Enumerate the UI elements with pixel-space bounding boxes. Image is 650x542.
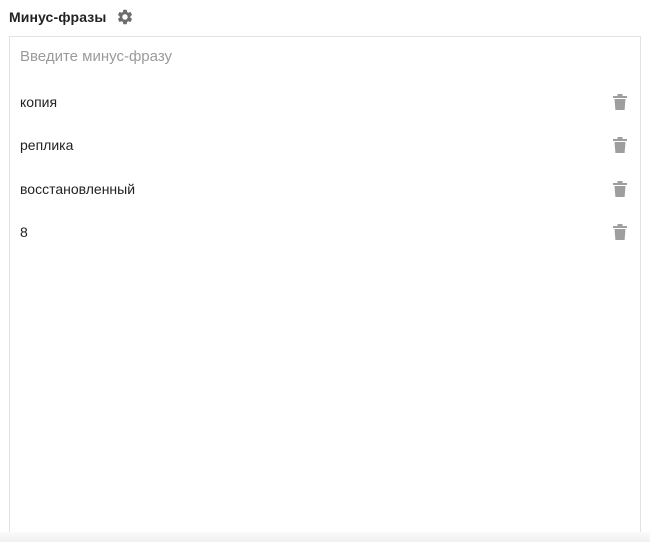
trash-icon[interactable] — [612, 180, 628, 198]
phrase-row: копия — [10, 80, 640, 124]
minus-phrases-panel: копия реплика восстановленный — [9, 36, 641, 542]
minus-phrase-input[interactable] — [10, 37, 640, 75]
phrase-label: реплика — [20, 137, 74, 154]
phrase-label: копия — [20, 93, 58, 110]
phrase-row: реплика — [10, 124, 640, 168]
phrase-label: восстановленный — [20, 180, 136, 197]
gear-icon[interactable] — [116, 8, 134, 26]
phrase-label: 8 — [20, 224, 28, 241]
bottom-divider — [0, 532, 650, 542]
phrase-row: восстановленный — [10, 167, 640, 211]
section-header: Минус-фразы — [9, 6, 134, 28]
phrase-list: копия реплика восстановленный 8 — [10, 80, 640, 254]
section-title: Минус-фразы — [9, 9, 107, 25]
trash-icon[interactable] — [612, 136, 628, 154]
trash-icon[interactable] — [612, 93, 628, 111]
trash-icon[interactable] — [612, 223, 628, 241]
phrase-row: 8 — [10, 211, 640, 255]
